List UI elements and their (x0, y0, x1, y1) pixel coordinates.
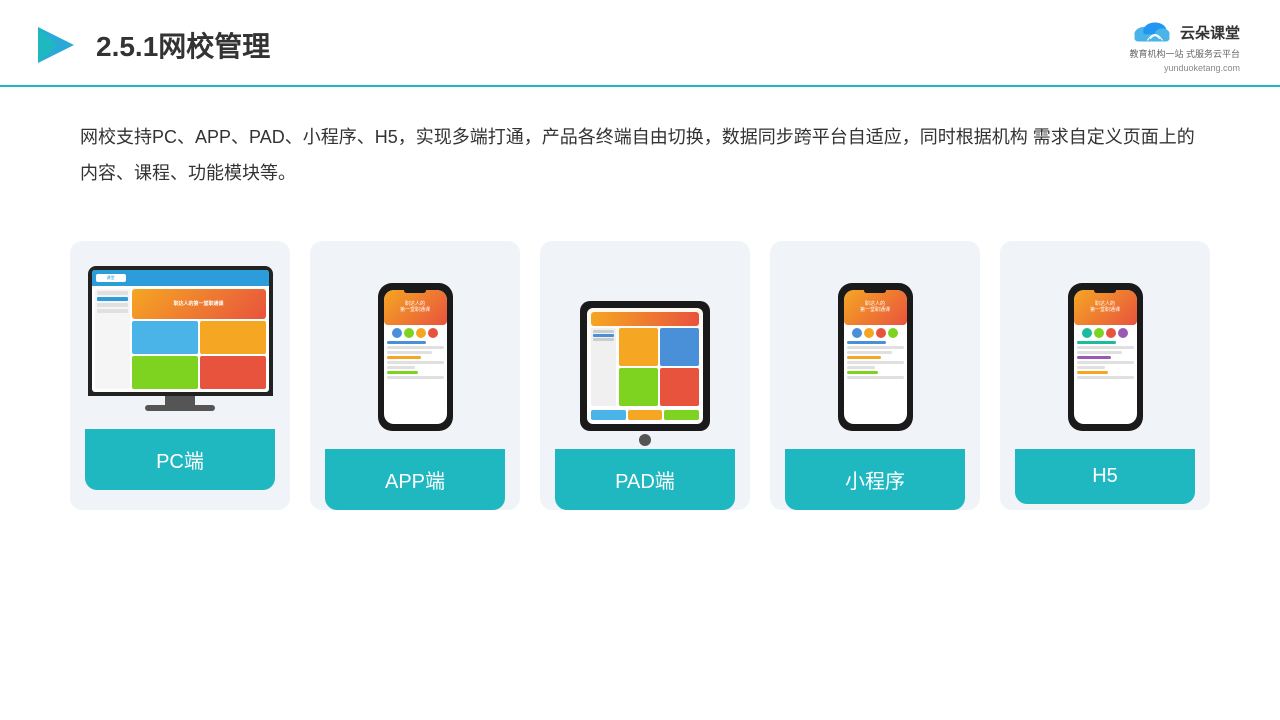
mini-mockup-wrapper: 职达人的第一堂职通课 (795, 271, 955, 431)
pc-base (145, 405, 215, 411)
pc-device: 课堂 职达人的第一堂职通课 (88, 266, 273, 411)
phone-outer: 职达人的第一堂职通课 (378, 283, 453, 431)
logo-arrow-icon (30, 21, 78, 69)
h5-mockup-wrapper: 职达人的第一堂职通课 (1025, 271, 1185, 431)
mini-icons-row (844, 328, 907, 338)
mini-phone-notch (864, 288, 886, 293)
h5-icons-row (1074, 328, 1137, 338)
phone-icon-1 (392, 328, 402, 338)
mini-icon-1 (852, 328, 862, 338)
mini-label: 小程序 (785, 449, 965, 510)
h5-icon-4 (1118, 328, 1128, 338)
brand-tagline: 教育机构一站 式服务云平台 (1129, 48, 1240, 61)
phone-icon-4 (428, 328, 438, 338)
h5-phone-notch (1094, 288, 1116, 293)
mini-lines (844, 341, 907, 381)
phone-icon-2 (404, 328, 414, 338)
header: 2.5.1网校管理 云朵课堂 教育机构一站 式服务云平台 yunduoketan… (0, 0, 1280, 87)
phone-banner: 职达人的第一堂职通课 (384, 290, 447, 325)
app-mockup-wrapper: 职达人的第一堂职通课 (335, 271, 495, 431)
pad-device (580, 301, 710, 431)
tablet-header-bar (591, 312, 699, 326)
mini-phone-banner: 职达人的第一堂职通课 (844, 290, 907, 325)
pc-mockup-wrapper: 课堂 职达人的第一堂职通课 (90, 271, 270, 411)
mini-phone-outer: 职达人的第一堂职通课 (838, 283, 913, 431)
pad-label: PAD端 (555, 449, 735, 510)
phone-screen: 职达人的第一堂职通课 (384, 290, 447, 424)
pad-mockup-wrapper (565, 271, 725, 431)
phone-lines (384, 341, 447, 381)
mini-device: 职达人的第一堂职通课 (838, 283, 913, 431)
tablet-outer (580, 301, 710, 431)
tablet-content (587, 308, 703, 424)
tablet-home-button (639, 434, 651, 446)
h5-icon-2 (1094, 328, 1104, 338)
h5-lines (1074, 341, 1137, 381)
h5-label: H5 (1015, 449, 1195, 504)
phone-notch (404, 288, 426, 293)
brand-name: 云朵课堂 (1180, 22, 1240, 43)
brand-logo-img: 云朵课堂 (1130, 18, 1240, 46)
app-label: APP端 (325, 449, 505, 510)
h5-icon-1 (1082, 328, 1092, 338)
app-device: 职达人的第一堂职通课 (378, 283, 453, 431)
h5-icon-3 (1106, 328, 1116, 338)
card-pc: 课堂 职达人的第一堂职通课 (70, 241, 290, 510)
h5-phone-banner: 职达人的第一堂职通课 (1074, 290, 1137, 325)
h5-phone-outer: 职达人的第一堂职通课 (1068, 283, 1143, 431)
tablet-screen (587, 308, 703, 424)
pc-screen-inner: 课堂 职达人的第一堂职通课 (92, 270, 269, 392)
cards-container: 课堂 职达人的第一堂职通课 (0, 211, 1280, 530)
card-mini: 职达人的第一堂职通课 (770, 241, 980, 510)
mini-phone-screen: 职达人的第一堂职通课 (844, 290, 907, 424)
h5-device: 职达人的第一堂职通课 (1068, 283, 1143, 431)
pc-stand (165, 396, 195, 405)
header-left: 2.5.1网校管理 (30, 21, 270, 69)
phone-icons-row (384, 328, 447, 338)
mini-icon-3 (876, 328, 886, 338)
pc-label: PC端 (85, 429, 275, 490)
mini-icon-2 (864, 328, 874, 338)
description-text: 网校支持PC、APP、PAD、小程序、H5，实现多端打通，产品各终端自由切换，数… (0, 87, 1280, 201)
phone-icon-3 (416, 328, 426, 338)
card-h5: 职达人的第一堂职通课 (1000, 241, 1210, 510)
h5-phone-screen: 职达人的第一堂职通课 (1074, 290, 1137, 424)
cloud-icon (1130, 18, 1174, 46)
card-app: 职达人的第一堂职通课 (310, 241, 520, 510)
pc-screen-outer: 课堂 职达人的第一堂职通课 (88, 266, 273, 396)
brand-url: yunduoketang.com (1164, 63, 1240, 73)
page-title: 2.5.1网校管理 (96, 25, 270, 65)
card-pad: PAD端 (540, 241, 750, 510)
mini-icon-4 (888, 328, 898, 338)
brand-logo: 云朵课堂 教育机构一站 式服务云平台 yunduoketang.com (1129, 18, 1240, 73)
